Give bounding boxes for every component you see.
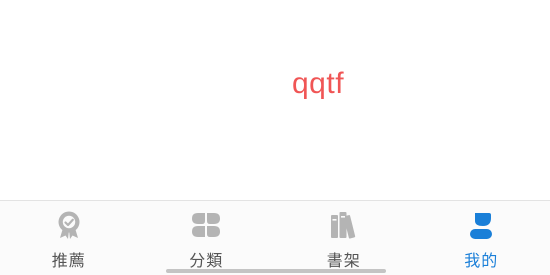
tab-bookshelf[interactable]: 書架 — [275, 201, 413, 275]
home-indicator[interactable] — [166, 269, 386, 273]
tab-categories[interactable]: 分類 — [138, 201, 276, 275]
bottom-tab-bar: 推薦 分類 書架 我的 — [0, 200, 550, 275]
category-grid-icon — [190, 209, 222, 241]
user-profile-icon — [465, 209, 497, 241]
main-text: qqtf — [292, 67, 345, 100]
bookshelf-icon — [328, 209, 360, 241]
tab-me[interactable]: 我的 — [413, 201, 550, 275]
main-content: qqtf — [0, 0, 550, 200]
award-ribbon-icon — [53, 209, 85, 241]
tab-label: 分類 — [189, 251, 224, 270]
tab-label: 我的 — [464, 251, 499, 270]
tab-label: 書架 — [326, 251, 361, 270]
tab-recommend[interactable]: 推薦 — [0, 201, 138, 275]
tab-label: 推薦 — [51, 251, 86, 270]
